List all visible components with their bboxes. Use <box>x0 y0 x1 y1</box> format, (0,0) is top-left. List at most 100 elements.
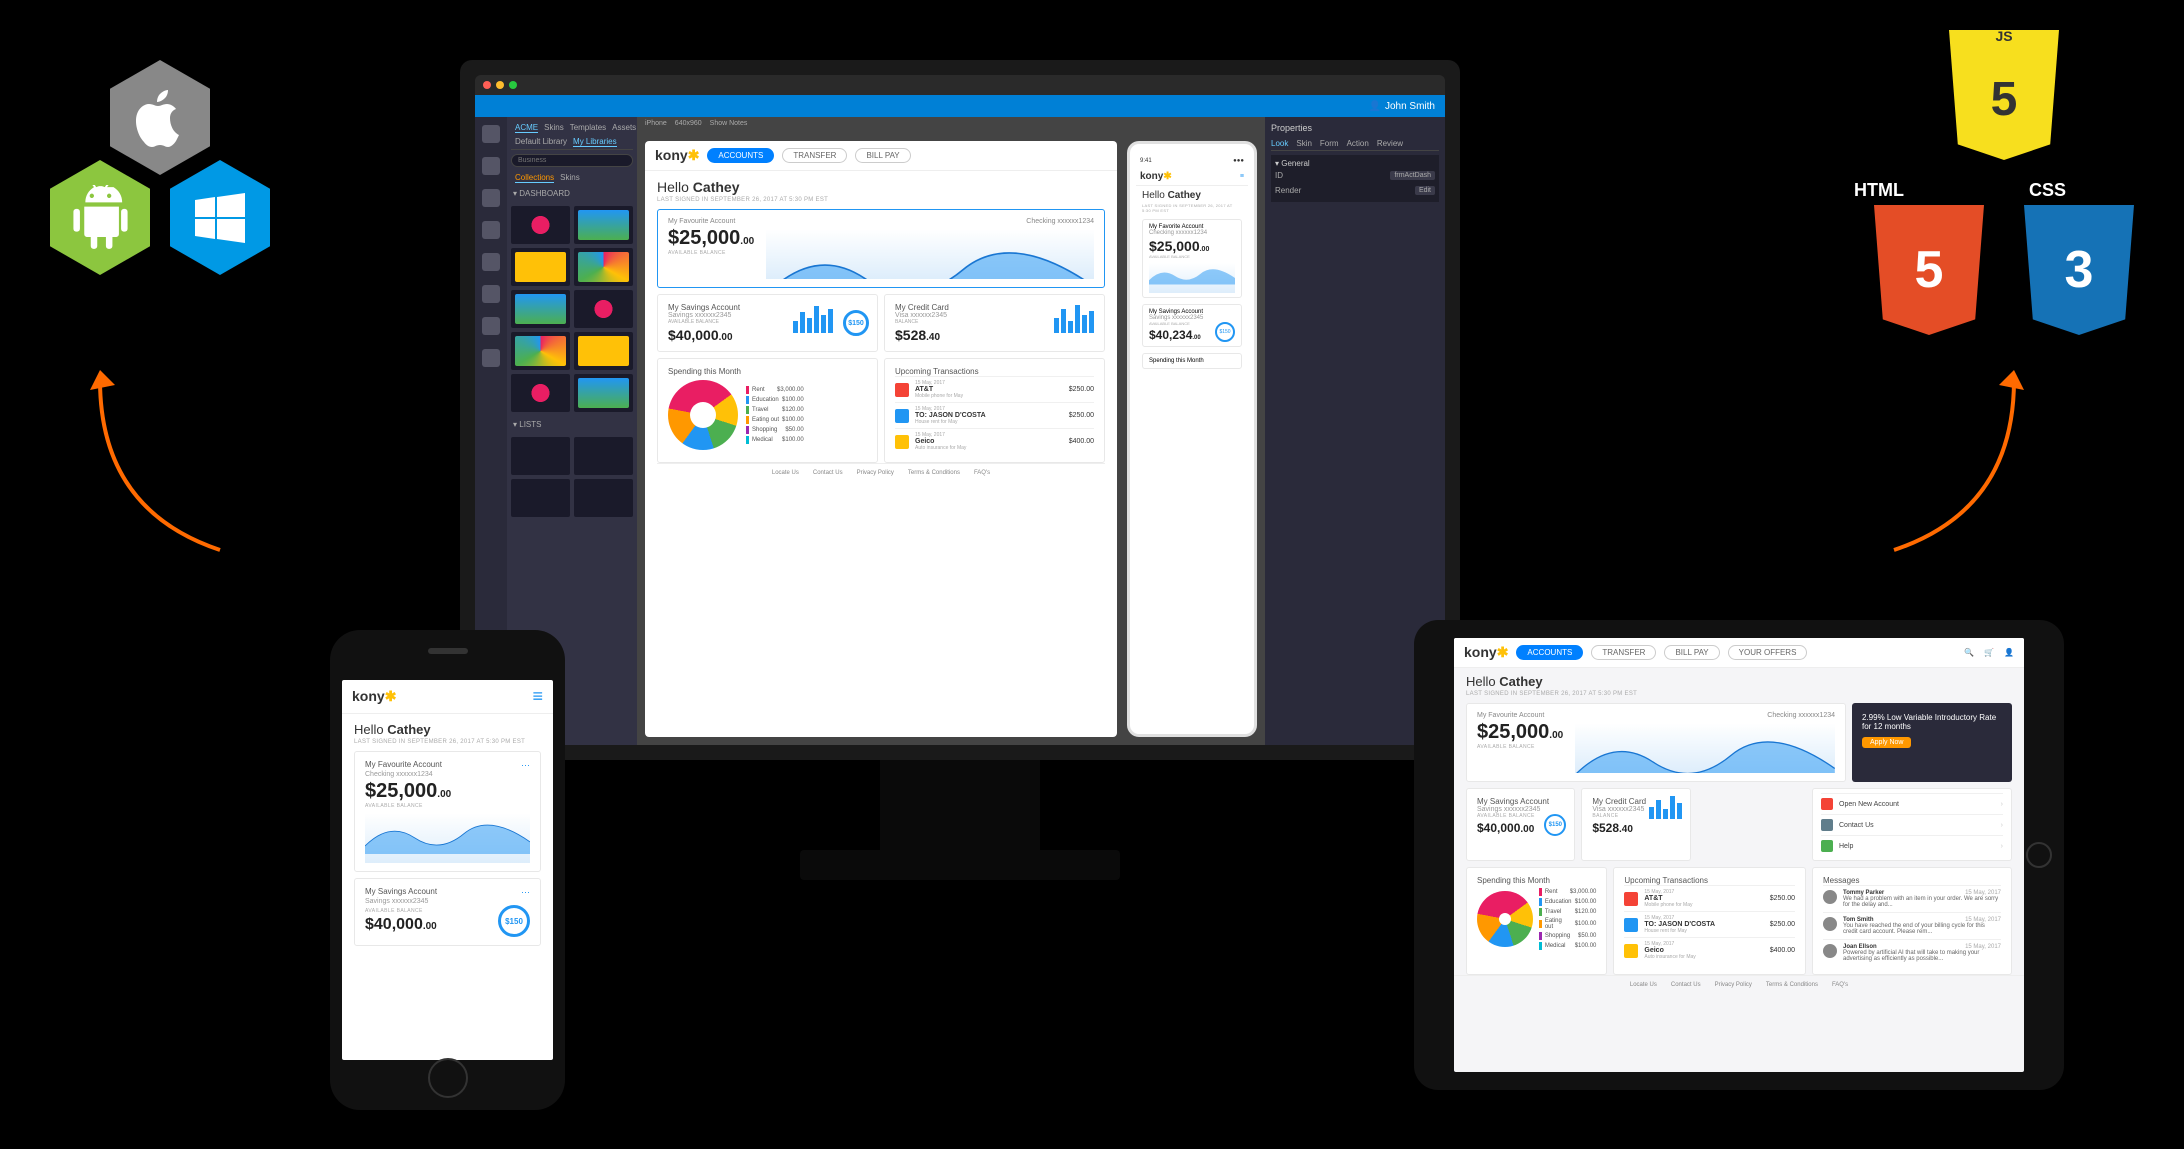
close-icon[interactable] <box>483 81 491 89</box>
transaction-row[interactable]: 15 May, 2017GeicoAuto insurance for May$… <box>1624 937 1795 963</box>
fav-account-card[interactable]: My Favourite Account⋯ Checking xxxxxx123… <box>354 751 541 872</box>
upcoming-card[interactable]: Upcoming Transactions 15 May, 2017AT&TMo… <box>1613 867 1806 975</box>
tool-icon[interactable] <box>482 317 500 335</box>
tab-action[interactable]: Action <box>1347 139 1369 148</box>
menu-icon[interactable]: ≡ <box>1240 173 1244 180</box>
footer-link[interactable]: Contact Us <box>1671 982 1701 988</box>
tool-icon[interactable] <box>482 189 500 207</box>
minimize-icon[interactable] <box>496 81 504 89</box>
component-thumb[interactable] <box>511 437 570 475</box>
footer-link[interactable]: FAQ's <box>1832 982 1848 988</box>
device-select[interactable]: iPhone <box>645 120 667 127</box>
nav-billpay[interactable]: BILL PAY <box>855 148 910 163</box>
transaction-row[interactable]: 15 May, 2017TO: JASON D'COSTAHouse rent … <box>895 402 1094 428</box>
tab-acme[interactable]: ACME <box>515 123 538 133</box>
component-thumb[interactable] <box>511 374 570 412</box>
component-thumb[interactable] <box>574 437 633 475</box>
footer-link[interactable]: Terms & Conditions <box>1766 982 1818 988</box>
savings-card[interactable]: My Savings Account Savings xxxxxx2345 AV… <box>1466 788 1575 861</box>
savings-card[interactable]: My Savings Account⋯ Savings xxxxxx2345 A… <box>354 878 541 946</box>
upcoming-card[interactable]: Upcoming Transactions 15 May, 2017AT&TMo… <box>884 358 1105 463</box>
tab-assets[interactable]: Assets <box>612 123 636 133</box>
component-thumb[interactable] <box>574 206 633 244</box>
section-lists[interactable]: ▾ LISTS <box>511 416 633 433</box>
prop-id-value[interactable]: frmActDash <box>1390 171 1435 180</box>
maximize-icon[interactable] <box>509 81 517 89</box>
nav-transfer[interactable]: TRANSFER <box>1591 645 1656 660</box>
spending-card[interactable]: Spending this Month Rent$3,000.00Educati… <box>1466 867 1607 975</box>
messages-card[interactable]: Messages Tommy Parker15 May, 2017We had … <box>1812 867 2012 975</box>
resolution-select[interactable]: 640x960 <box>675 120 702 127</box>
message-row[interactable]: Tommy Parker15 May, 2017We had a problem… <box>1823 885 2001 912</box>
tab-skins[interactable]: Skins <box>544 123 564 133</box>
nav-offers[interactable]: YOUR OFFERS <box>1728 645 1808 660</box>
component-thumb[interactable] <box>574 290 633 328</box>
tab-form[interactable]: Form <box>1320 139 1339 148</box>
component-thumb[interactable] <box>511 290 570 328</box>
footer-link[interactable]: Locate Us <box>1630 982 1657 988</box>
tab-look[interactable]: Look <box>1271 139 1288 148</box>
search-icon[interactable]: 🔍 <box>1964 648 1974 657</box>
tab-review[interactable]: Review <box>1377 139 1403 148</box>
footer-link[interactable]: Privacy Policy <box>1715 982 1752 988</box>
component-thumb[interactable] <box>574 332 633 370</box>
more-icon[interactable]: ⋯ <box>521 887 530 898</box>
transaction-row[interactable]: 15 May, 2017TO: JASON D'COSTAHouse rent … <box>1624 911 1795 937</box>
nav-transfer[interactable]: TRANSFER <box>782 148 847 163</box>
message-row[interactable]: Tom Smith15 May, 2017You have reached th… <box>1823 912 2001 939</box>
tab-skin[interactable]: Skin <box>1296 139 1312 148</box>
subtab-collections[interactable]: Collections <box>515 173 554 183</box>
quick-link[interactable]: Open New Account› <box>1821 793 2003 814</box>
quick-link[interactable]: Help› <box>1821 835 2003 856</box>
transaction-row[interactable]: 15 May, 2017GeicoAuto insurance for May$… <box>895 428 1094 454</box>
transaction-row[interactable]: 15 May, 2017AT&TMobile phone for May$250… <box>1624 885 1795 911</box>
message-row[interactable]: Joan Ellson15 May, 2017Powered by artifi… <box>1823 939 2001 966</box>
tool-icon[interactable] <box>482 349 500 367</box>
tab-default-library[interactable]: Default Library <box>515 137 567 147</box>
more-icon[interactable]: ⋯ <box>521 760 530 771</box>
section-dashboard[interactable]: ▾ DASHBOARD <box>511 185 633 202</box>
component-thumb[interactable] <box>511 248 570 286</box>
fav-account-card[interactable]: My Favourite AccountChecking xxxxxx1234 … <box>1466 703 1846 782</box>
show-notes-toggle[interactable]: Show Notes <box>710 120 748 127</box>
library-search-input[interactable] <box>511 154 633 167</box>
props-section[interactable]: ▾ General <box>1275 159 1435 168</box>
component-thumb[interactable] <box>511 206 570 244</box>
component-thumb[interactable] <box>511 479 570 517</box>
prop-render-value[interactable]: Edit <box>1415 186 1435 195</box>
css-label: CSS <box>2029 180 2066 201</box>
footer-link[interactable]: Locate Us <box>772 470 799 476</box>
footer-link[interactable]: Privacy Policy <box>857 470 894 476</box>
credit-card[interactable]: My Credit Card Visa xxxxxx2345 BALANCE $… <box>1581 788 1690 861</box>
credit-card[interactable]: My Credit Card Visa xxxxxx2345 BALANCE $… <box>884 294 1105 352</box>
tab-my-libraries[interactable]: My Libraries <box>573 137 617 147</box>
tool-icon[interactable] <box>482 253 500 271</box>
component-thumb[interactable] <box>574 374 633 412</box>
promo-card[interactable]: 2.99% Low Variable Introductory Rate for… <box>1852 703 2012 782</box>
component-thumb[interactable] <box>574 248 633 286</box>
savings-card[interactable]: My Savings Account Savings xxxxxx2345 AV… <box>657 294 878 352</box>
tool-icon[interactable] <box>482 221 500 239</box>
ide-user[interactable]: John Smith <box>1385 101 1435 112</box>
footer-link[interactable]: Terms & Conditions <box>908 470 960 476</box>
user-icon[interactable]: 👤 <box>2004 648 2014 657</box>
footer-link[interactable]: Contact Us <box>813 470 843 476</box>
component-thumb[interactable] <box>511 332 570 370</box>
tab-templates[interactable]: Templates <box>570 123 606 133</box>
footer-link[interactable]: FAQ's <box>974 470 990 476</box>
menu-icon[interactable]: ≡ <box>532 686 543 707</box>
transaction-row[interactable]: 15 May, 2017AT&TMobile phone for May$250… <box>895 376 1094 402</box>
tool-icon[interactable] <box>482 125 500 143</box>
component-thumb[interactable] <box>574 479 633 517</box>
fav-account-card[interactable]: My Favourite Account Checking xxxxxx1234… <box>657 209 1105 288</box>
nav-accounts[interactable]: ACCOUNTS <box>1516 645 1583 660</box>
spending-card[interactable]: Spending this Month Rent$3,000.00Educati… <box>657 358 878 463</box>
nav-accounts[interactable]: ACCOUNTS <box>707 148 774 163</box>
tool-icon[interactable] <box>482 157 500 175</box>
tool-icon[interactable] <box>482 285 500 303</box>
subtab-skins[interactable]: Skins <box>560 173 580 183</box>
cart-icon[interactable]: 🛒 <box>1984 648 1994 657</box>
quick-link[interactable]: Contact Us› <box>1821 814 2003 835</box>
nav-billpay[interactable]: BILL PAY <box>1664 645 1719 660</box>
apply-now-button[interactable]: Apply Now <box>1862 737 1911 748</box>
